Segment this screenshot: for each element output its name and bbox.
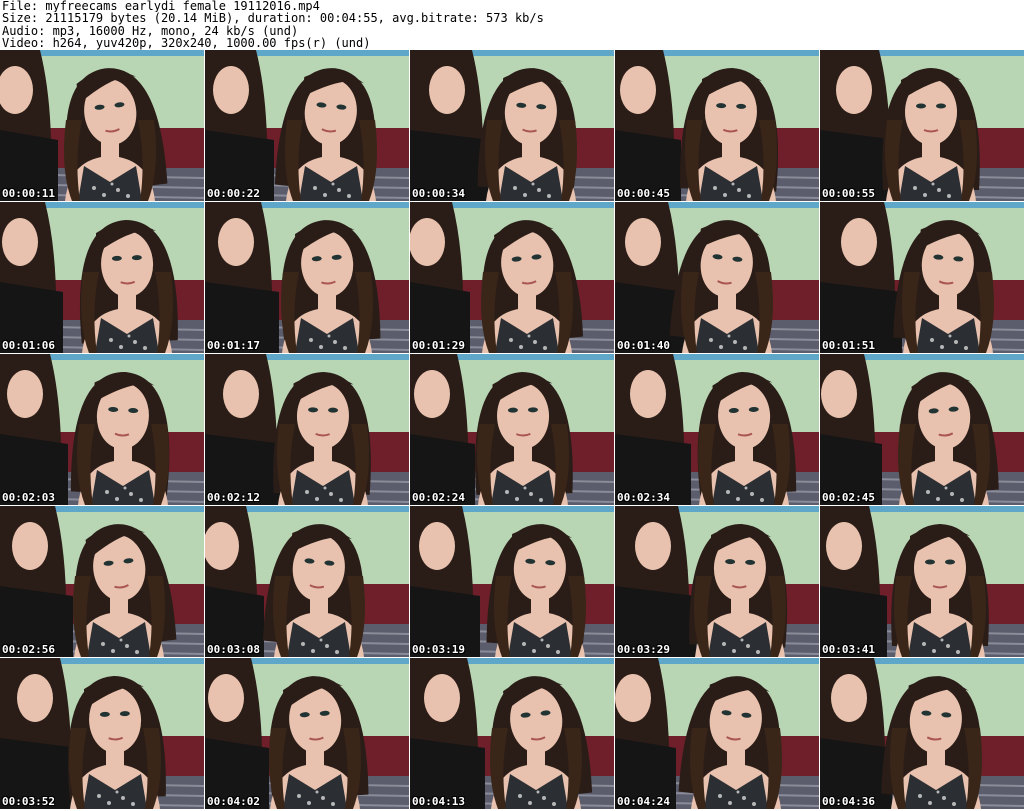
thumbnail-timestamp: 00:01:40: [617, 339, 670, 352]
video-thumbnail: 00:04:13: [410, 658, 614, 809]
frame-image: [615, 506, 819, 657]
video-thumbnail: 00:00:55: [820, 50, 1024, 201]
video-thumbnail: 00:00:22: [205, 50, 409, 201]
audio-info-line: Audio: mp3, 16000 Hz, mono, 24 kb/s (und…: [2, 24, 299, 38]
frame-image: [205, 50, 409, 201]
thumbnail-timestamp: 00:02:03: [2, 491, 55, 504]
video-thumbnail: 00:02:45: [820, 354, 1024, 505]
video-thumbnail: 00:02:56: [0, 506, 204, 657]
thumbnail-timestamp: 00:00:55: [822, 187, 875, 200]
frame-image: [0, 658, 204, 809]
video-thumbnail: 00:03:29: [615, 506, 819, 657]
thumbnail-timestamp: 00:03:08: [207, 643, 260, 656]
frame-image: [205, 354, 409, 505]
file-size-line: Size: 21115179 bytes (20.14 MiB), durati…: [2, 12, 544, 25]
thumbnail-timestamp: 00:00:34: [412, 187, 465, 200]
video-thumbnail: 00:03:52: [0, 658, 204, 809]
thumbnail-timestamp: 00:02:24: [412, 491, 465, 504]
frame-image: [410, 202, 614, 353]
thumbnail-timestamp: 00:02:45: [822, 491, 875, 504]
frame-image: [205, 658, 409, 809]
thumbnail-timestamp: 00:04:13: [412, 795, 465, 808]
thumbnail-timestamp: 00:04:24: [617, 795, 670, 808]
thumbnail-timestamp: 00:01:17: [207, 339, 260, 352]
frame-image: [615, 658, 819, 809]
thumbnail-timestamp: 00:02:56: [2, 643, 55, 656]
frame-image: [0, 354, 204, 505]
thumbnail-timestamp: 00:02:12: [207, 491, 260, 504]
thumbnail-timestamp: 00:04:02: [207, 795, 260, 808]
video-thumbnail: 00:01:17: [205, 202, 409, 353]
thumbnail-timestamp: 00:04:36: [822, 795, 875, 808]
video-thumbnail: 00:00:34: [410, 50, 614, 201]
frame-image: [0, 202, 204, 353]
frame-image: [0, 50, 204, 201]
video-thumbnail: 00:02:12: [205, 354, 409, 505]
video-thumbnail: 00:03:19: [410, 506, 614, 657]
thumbnail-timestamp: 00:03:41: [822, 643, 875, 656]
thumbnail-timestamp: 00:00:11: [2, 187, 55, 200]
thumbnail-timestamp: 00:01:51: [822, 339, 875, 352]
thumbnail-timestamp: 00:01:06: [2, 339, 55, 352]
frame-image: [820, 202, 1024, 353]
frame-image: [615, 50, 819, 201]
frame-image: [820, 506, 1024, 657]
video-thumbnail: 00:01:40: [615, 202, 819, 353]
video-thumbnail: 00:03:08: [205, 506, 409, 657]
frame-image: [820, 354, 1024, 505]
frame-image: [820, 658, 1024, 809]
thumbnail-timestamp: 00:03:19: [412, 643, 465, 656]
frame-image: [410, 658, 614, 809]
thumbnail-timestamp: 00:00:45: [617, 187, 670, 200]
video-thumbnail: 00:01:06: [0, 202, 204, 353]
video-thumbnail: 00:00:11: [0, 50, 204, 201]
video-thumbnail: 00:02:24: [410, 354, 614, 505]
frame-image: [615, 202, 819, 353]
video-thumbnail: 00:02:34: [615, 354, 819, 505]
thumbnail-timestamp: 00:01:29: [412, 339, 465, 352]
video-thumbnail: 00:04:24: [615, 658, 819, 809]
frame-image: [0, 506, 204, 657]
video-thumbnail: 00:00:45: [615, 50, 819, 201]
video-thumbnail: 00:01:29: [410, 202, 614, 353]
video-thumbnail: 00:03:41: [820, 506, 1024, 657]
frame-image: [410, 354, 614, 505]
thumbnail-timestamp: 00:03:29: [617, 643, 670, 656]
thumbnail-timestamp: 00:00:22: [207, 187, 260, 200]
frame-image: [205, 202, 409, 353]
thumbnail-grid: 00:00:11 00:00:22 00:00:34 00:00:45 00:00:55…: [0, 50, 1024, 811]
frame-image: [410, 50, 614, 201]
thumbnail-timestamp: 00:02:34: [617, 491, 670, 504]
file-name-line: File: myfreecams_earlydi_female_19112016…: [2, 0, 320, 13]
frame-image: [410, 506, 614, 657]
video-thumbnail: 00:01:51: [820, 202, 1024, 353]
thumbnail-timestamp: 00:03:52: [2, 795, 55, 808]
video-thumbnail: 00:02:03: [0, 354, 204, 505]
frame-image: [615, 354, 819, 505]
video-info-line: Video: h264, yuv420p, 320x240, 1000.00 f…: [2, 37, 371, 50]
video-thumbnail: 00:04:36: [820, 658, 1024, 809]
video-info-header: File: myfreecams_earlydi_female_19112016…: [2, 0, 1022, 50]
video-thumbnail: 00:04:02: [205, 658, 409, 809]
frame-image: [205, 506, 409, 657]
frame-image: [820, 50, 1024, 201]
